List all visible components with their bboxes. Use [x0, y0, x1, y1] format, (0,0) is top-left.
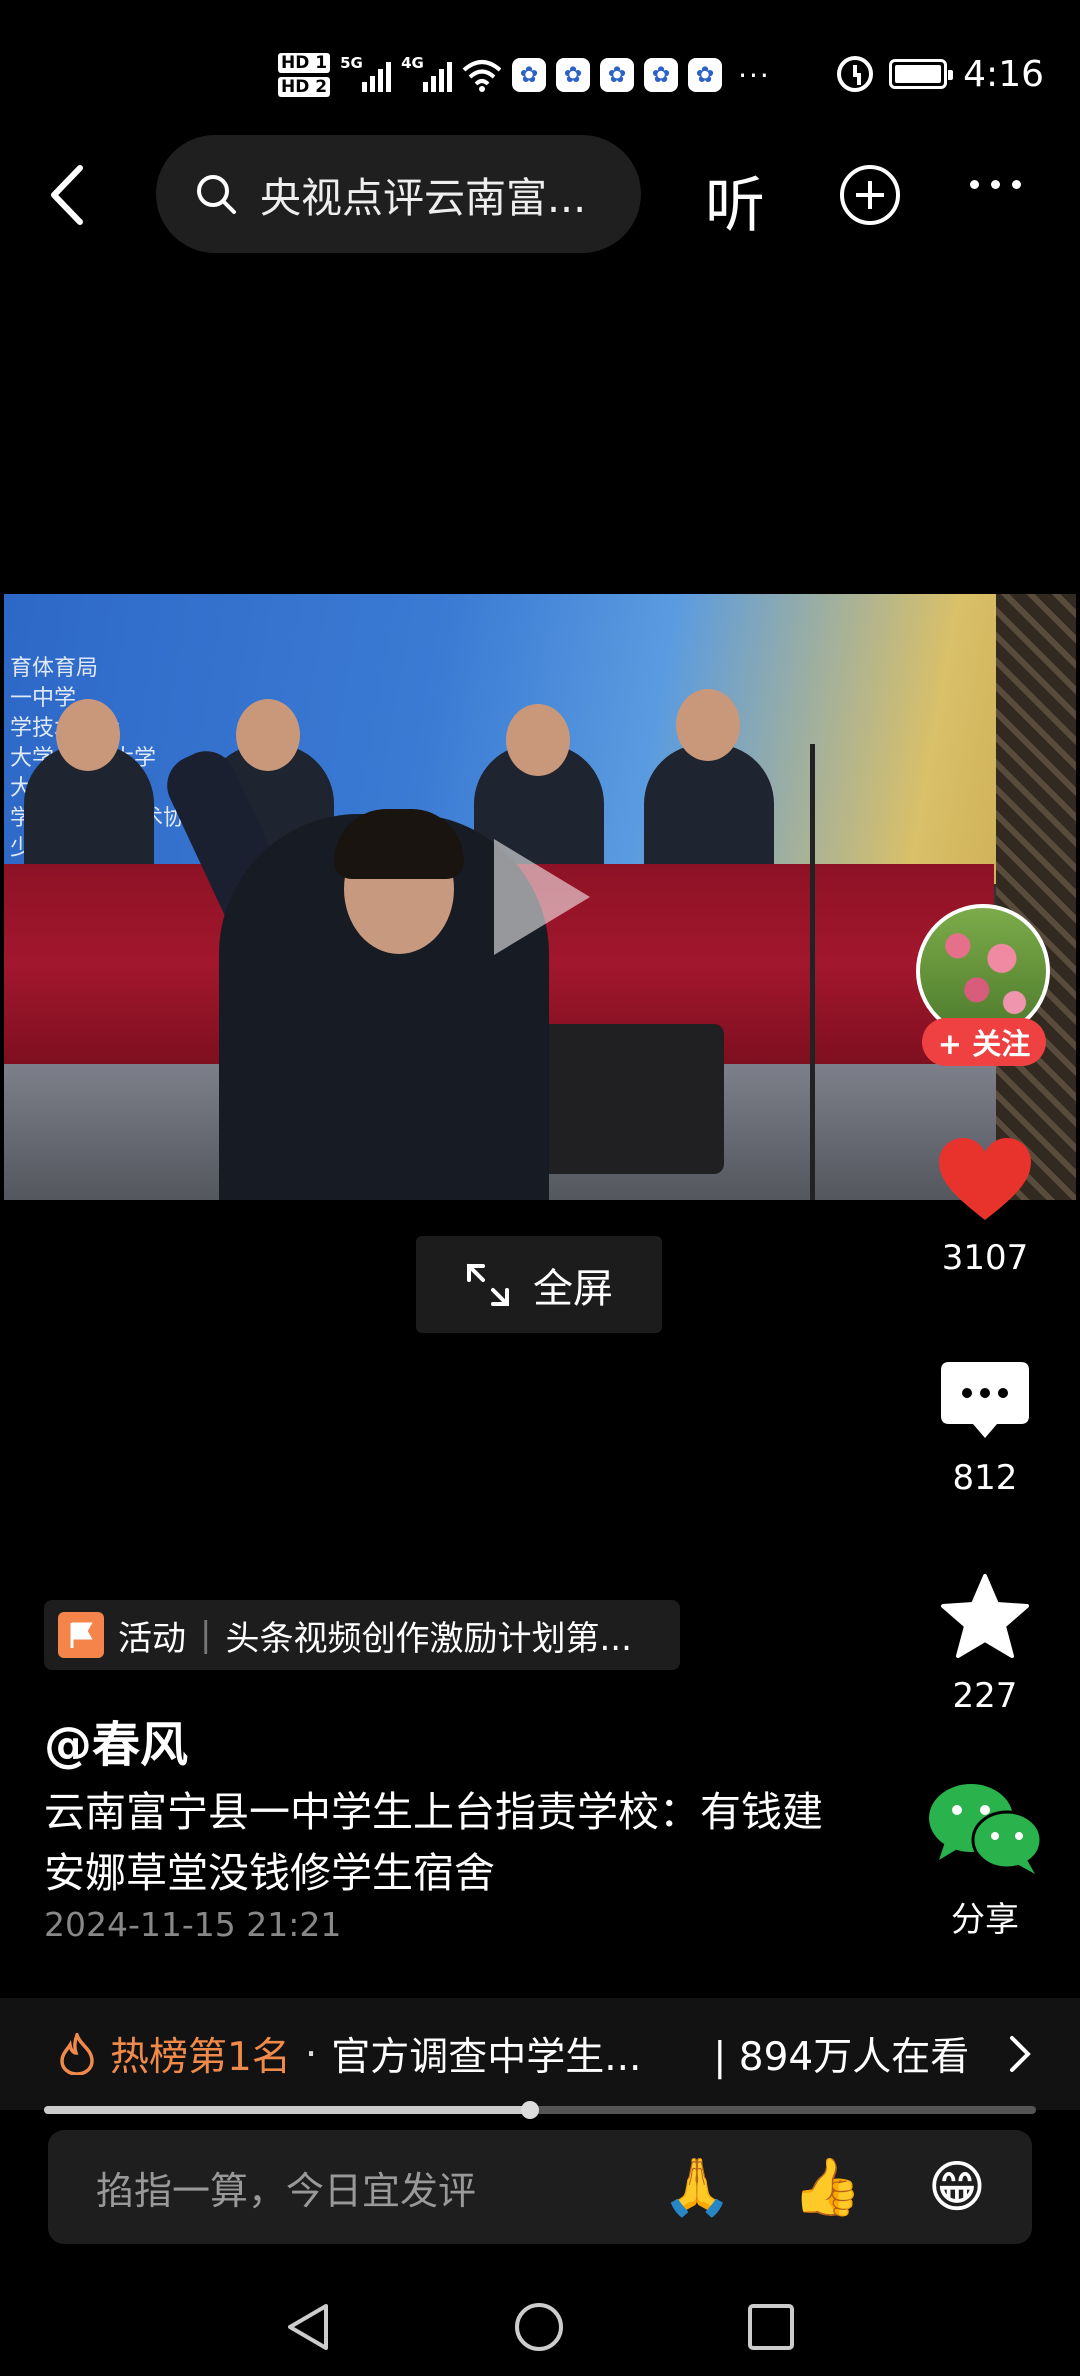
wifi-icon — [462, 60, 502, 92]
hot-watching: | 894万人在看 — [713, 2035, 970, 2080]
clock: 4:16 — [963, 53, 1044, 95]
comment-placeholder: 掐指一算，今日宜发评 — [96, 2168, 477, 2213]
favorite-button[interactable]: 227 — [910, 1572, 1060, 1716]
status-right: 4:16 — [837, 46, 1044, 102]
progress-knob[interactable] — [521, 2101, 540, 2119]
system-nav-bar — [0, 2270, 1080, 2376]
activity-tag[interactable]: 活动 | 头条视频创作激励计划第... — [44, 1600, 680, 1670]
nav-back-icon[interactable] — [282, 2300, 336, 2354]
share-label: 分享 — [951, 1900, 1019, 1940]
pray-emoji-button[interactable]: 🙏 — [662, 2154, 732, 2220]
comment-input[interactable]: 掐指一算，今日宜发评 🙏 👍 😁 — [48, 2130, 1032, 2244]
grin-emoji-button[interactable]: 😁 — [922, 2155, 992, 2220]
thumbs-up-emoji-button[interactable]: 👍 — [792, 2154, 862, 2220]
hot-list-bar[interactable]: 热榜第1名 · 官方调查中学生... | 894万人在看 — [0, 1998, 1080, 2110]
video-progress[interactable] — [44, 2101, 1036, 2119]
hot-dot: · — [304, 2031, 318, 2077]
activity-label: 活动 — [118, 1618, 186, 1659]
expand-icon — [467, 1263, 509, 1306]
video-player[interactable]: 育体育局 一中学 学技术协会 大学 明理 大学 大学 团艺 学技 合 广 技术协… — [4, 594, 1076, 1200]
mic-stand — [810, 744, 815, 1200]
baidu-paw-icon: ✿ — [556, 58, 591, 92]
follow-button[interactable]: + 关注 — [922, 1018, 1046, 1066]
favorite-count: 227 — [952, 1676, 1018, 1716]
star-icon — [941, 1574, 1029, 1658]
post-date: 2024-11-15 21:21 — [44, 1905, 342, 1944]
person-head — [56, 699, 120, 771]
chevron-right-icon — [1010, 2036, 1031, 2072]
net2-label: 4G — [401, 54, 424, 72]
person-head — [236, 699, 300, 771]
back-icon[interactable] — [40, 160, 100, 230]
status-bar: HD 1 HD 2 5G 4G ✿ ✿ ✿ ✿ ✿ ··· 4:16 — [0, 0, 1080, 150]
fullscreen-label: 全屏 — [533, 1265, 613, 1312]
activity-separator: | — [200, 1615, 212, 1655]
hot-text: 官方调查中学生... — [331, 2035, 642, 2080]
hot-rank: 热榜第1名 — [110, 2035, 291, 2080]
nav-recents-icon[interactable] — [744, 2300, 798, 2354]
scaffold — [996, 594, 1076, 1200]
search-bar[interactable]: 央视点评云南富... — [156, 135, 641, 253]
comment-icon — [941, 1362, 1029, 1438]
add-icon[interactable] — [840, 165, 900, 225]
person-head — [676, 689, 740, 761]
banner-line: 育体育局 — [10, 656, 99, 681]
top-nav: 央视点评云南富... 听 — [0, 135, 1080, 255]
activity-text: 头条视频创作激励计划第... — [225, 1618, 632, 1659]
stage-speaker — [534, 1024, 724, 1174]
comment-button[interactable]: 812 — [910, 1360, 1060, 1498]
baidu-paw-icon: ✿ — [512, 58, 547, 92]
fullscreen-button[interactable]: 全屏 — [416, 1236, 662, 1333]
more-options-icon[interactable] — [970, 180, 1021, 189]
signal-5g-icon: 5G — [340, 54, 392, 92]
nav-home-icon[interactable] — [512, 2300, 566, 2354]
status-left: HD 1 HD 2 5G 4G ✿ ✿ ✿ ✿ ✿ ··· — [278, 42, 771, 108]
comment-count: 812 — [952, 1458, 1018, 1498]
person-head — [506, 704, 570, 776]
hd1-badge: HD 1 — [278, 53, 331, 73]
share-wechat-button[interactable]: 分享 — [910, 1780, 1060, 1941]
search-icon — [197, 175, 236, 214]
heart-icon — [939, 1138, 1031, 1220]
fire-icon — [60, 2033, 94, 2075]
post-title: 云南富宁县一中学生上台指责学校：有钱建安娜草堂没钱修学生宿舍 — [44, 1788, 823, 1897]
baidu-paw-icon: ✿ — [644, 58, 679, 92]
baidu-paw-icon: ✿ — [600, 58, 635, 92]
listen-button[interactable]: 听 — [705, 157, 765, 244]
like-count: 3107 — [941, 1238, 1029, 1278]
author-name[interactable]: @春风 — [44, 1705, 188, 1775]
flag-icon — [58, 1612, 104, 1658]
hd-indicators: HD 1 HD 2 — [278, 53, 331, 97]
baidu-paw-icon: ✿ — [688, 58, 723, 92]
hd2-badge: HD 2 — [278, 77, 331, 97]
progress-fill — [44, 2106, 531, 2114]
more-notifications: ··· — [738, 58, 771, 92]
signal-4g-icon: 4G — [401, 54, 453, 92]
play-icon[interactable] — [494, 839, 590, 955]
search-query: 央视点评云南富... — [260, 174, 587, 222]
wechat-icon — [929, 1784, 1043, 1874]
seated-person — [644, 744, 774, 874]
net1-label: 5G — [340, 54, 363, 72]
battery-icon — [889, 59, 954, 89]
alarm-icon — [837, 56, 874, 92]
like-button[interactable]: 3107 — [910, 1136, 1060, 1278]
